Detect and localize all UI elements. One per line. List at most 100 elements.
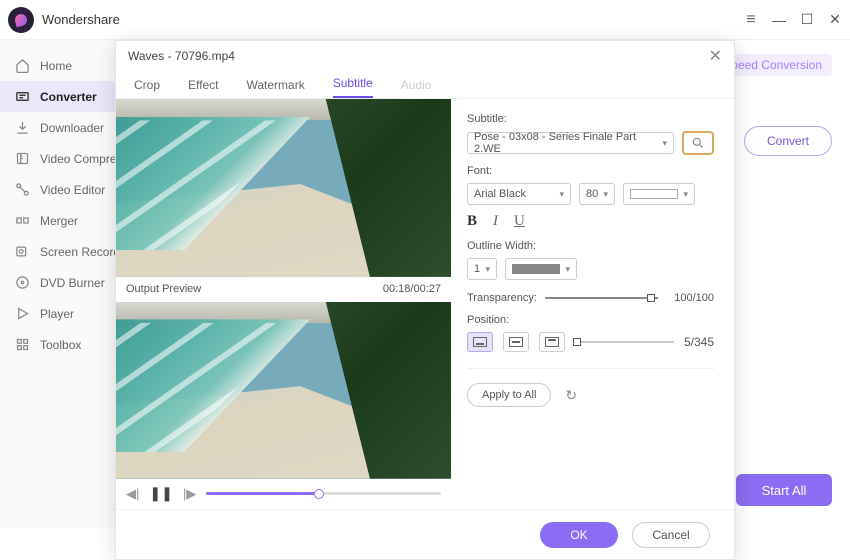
sidebar-item-label: Home [40, 59, 72, 73]
tab-subtitle[interactable]: Subtitle [333, 76, 373, 98]
transparency-label: Transparency: [467, 292, 537, 304]
position-top-button[interactable] [539, 332, 565, 352]
chevron-down-icon: ▾ [481, 264, 490, 275]
font-color-select[interactable]: ▾ [623, 183, 695, 205]
chevron-down-icon: ▾ [658, 138, 667, 149]
download-icon [14, 120, 30, 136]
sidebar-item-label: Player [40, 307, 74, 321]
subtitle-search-button[interactable] [682, 131, 714, 155]
outline-label: Outline Width: [467, 240, 714, 252]
modal-close-icon[interactable]: ✕ [709, 46, 722, 66]
sidebar-item-label: Video Editor [40, 183, 105, 197]
chevron-down-icon: ▾ [555, 189, 564, 200]
sidebar-item-label: Screen Recorder [40, 245, 115, 259]
outline-width-select[interactable]: 1 ▾ [467, 258, 497, 280]
position-bottom-button[interactable] [467, 332, 493, 352]
app-logo [8, 7, 34, 33]
tab-watermark[interactable]: Watermark [246, 78, 304, 98]
player-controls: ◀| ❚❚ |▶ [116, 479, 451, 509]
subtitle-label: Subtitle: [467, 113, 714, 125]
maximize-button[interactable]: ☐ [800, 13, 814, 27]
converter-icon [14, 89, 30, 105]
preview-timecode: 00:18/00:27 [383, 283, 441, 295]
sidebar-item-compressor[interactable]: Video Compressor [0, 143, 115, 174]
sidebar-item-toolbox[interactable]: Toolbox [0, 329, 115, 360]
position-middle-button[interactable] [503, 332, 529, 352]
sidebar: Home Converter Downloader Video Compress… [0, 40, 115, 528]
modal-title-text: Waves - 70796.mp4 [128, 49, 235, 63]
sidebar-item-label: Merger [40, 214, 78, 228]
close-button[interactable]: ✕ [828, 13, 842, 27]
italic-button[interactable]: I [493, 213, 498, 230]
cancel-button[interactable]: Cancel [632, 522, 710, 548]
next-button[interactable]: |▶ [183, 486, 196, 502]
minimize-button[interactable]: — [772, 13, 786, 27]
ok-button[interactable]: OK [540, 522, 618, 548]
search-icon [691, 136, 705, 150]
font-size-value: 80 [586, 188, 598, 200]
toolbox-icon [14, 337, 30, 353]
progress-slider[interactable] [206, 492, 441, 495]
reset-icon[interactable]: ↻ [565, 387, 577, 404]
chevron-down-icon: ▾ [561, 264, 570, 275]
font-family-value: Arial Black [474, 188, 526, 200]
preview-label-row: Output Preview 00:18/00:27 [116, 277, 451, 302]
pause-button[interactable]: ❚❚ [149, 485, 172, 502]
sidebar-item-label: Toolbox [40, 338, 81, 352]
apply-to-all-button[interactable]: Apply to All [467, 383, 551, 407]
edit-modal: Waves - 70796.mp4 ✕ Crop Effect Watermar… [115, 40, 735, 560]
convert-button[interactable]: Convert [744, 126, 832, 156]
sidebar-item-downloader[interactable]: Downloader [0, 112, 115, 143]
start-all-button[interactable]: Start All [736, 474, 832, 506]
tab-effect[interactable]: Effect [188, 78, 218, 98]
font-color-swatch [630, 189, 678, 199]
sidebar-item-label: Video Compressor [40, 152, 115, 166]
font-family-select[interactable]: Arial Black ▾ [467, 183, 571, 205]
prev-button[interactable]: ◀| [126, 486, 139, 502]
recorder-icon [14, 244, 30, 260]
font-size-select[interactable]: 80 ▾ [579, 183, 615, 205]
sidebar-item-player[interactable]: Player [0, 298, 115, 329]
home-icon [14, 58, 30, 74]
merger-icon [14, 213, 30, 229]
underline-button[interactable]: U [514, 213, 525, 230]
preview-column: Output Preview 00:18/00:27 ◀| ❚❚ |▶ [116, 99, 451, 509]
menu-icon[interactable]: ≡ [744, 13, 758, 27]
sidebar-item-converter[interactable]: Converter [0, 81, 115, 112]
sidebar-item-label: DVD Burner [40, 276, 105, 290]
editor-icon [14, 182, 30, 198]
app-name: Wondershare [42, 12, 120, 27]
tab-crop[interactable]: Crop [134, 78, 160, 98]
outline-color-select[interactable]: ▾ [505, 258, 577, 280]
bold-button[interactable]: B [467, 213, 477, 230]
compress-icon [14, 151, 30, 167]
sidebar-item-dvd[interactable]: DVD Burner [0, 267, 115, 298]
output-preview-label: Output Preview [126, 283, 201, 295]
sidebar-item-label: Converter [40, 90, 97, 104]
modal-titlebar: Waves - 70796.mp4 ✕ [116, 41, 734, 71]
outline-width-value: 1 [474, 263, 480, 275]
sidebar-item-recorder[interactable]: Screen Recorder [0, 236, 115, 267]
dvd-icon [14, 275, 30, 291]
sidebar-item-editor[interactable]: Video Editor [0, 174, 115, 205]
output-preview [116, 302, 451, 479]
titlebar: Wondershare ≡ — ☐ ✕ [0, 0, 850, 40]
sidebar-item-label: Downloader [40, 121, 104, 135]
position-slider[interactable] [575, 341, 674, 343]
input-preview [116, 99, 451, 277]
modal-footer: OK Cancel [116, 509, 734, 559]
position-value: 5/345 [684, 335, 714, 349]
subtitle-select[interactable]: Pose - 03x08 - Series Finale Part 2.WE ▾ [467, 132, 674, 154]
chevron-down-icon: ▾ [599, 189, 608, 200]
font-label: Font: [467, 165, 714, 177]
tab-audio[interactable]: Audio [401, 78, 432, 98]
subtitle-select-value: Pose - 03x08 - Series Finale Part 2.WE [474, 131, 658, 155]
sidebar-item-merger[interactable]: Merger [0, 205, 115, 236]
transparency-value: 100/100 [666, 292, 714, 304]
transparency-slider[interactable] [545, 297, 658, 299]
divider [467, 368, 714, 369]
chevron-down-icon: ▾ [679, 189, 688, 200]
sidebar-item-home[interactable]: Home [0, 50, 115, 81]
modal-tabs: Crop Effect Watermark Subtitle Audio [116, 71, 734, 99]
position-label: Position: [467, 314, 714, 326]
